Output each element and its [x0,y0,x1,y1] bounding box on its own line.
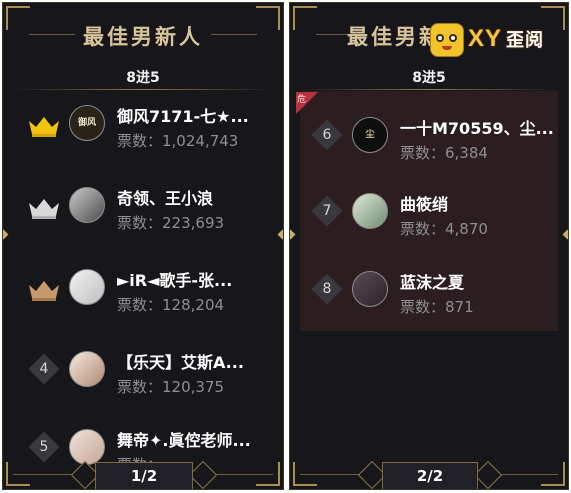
contestant-name[interactable]: 蓝沫之夏 [400,269,554,293]
vote-count: 票数：4,870 [400,220,488,238]
contestant-name[interactable]: 御风7171-七★... [117,103,269,127]
contestant-name[interactable]: ►iR◄歌手-张... [117,267,269,291]
ranking-entry[interactable]: 4 【乐天】艾斯A... 票数：120,375 [3,345,283,417]
ranking-entry[interactable]: 奇领、王小浪 票数：223,693 [3,181,283,253]
crown-icon [29,281,59,301]
divider [13,89,273,90]
page-indicator: 1/2 [95,462,193,489]
ranking-entry[interactable]: 7 曲筱绡 票数：4,870 [290,187,568,259]
ranking-entry[interactable]: 8 蓝沫之夏 票数：871 [290,265,568,337]
rank-number: 7 [322,203,332,219]
rank-number: 8 [322,281,332,297]
ranking-entry[interactable]: ►iR◄歌手-张... 票数：128,204 [3,263,283,335]
avatar[interactable] [69,269,105,305]
vote-count: 票数：128,204 [117,296,225,314]
contestant-name[interactable]: 曲筱绡 [400,191,554,215]
contestant-name[interactable]: 一十M70559、尘... [400,115,554,139]
ranking-panel-page-2: 最佳男新人 8进5 危 6 尘 一十M70559、尘... 票数：6,384 7… [289,2,569,490]
crown-icon [29,117,59,137]
contestant-name[interactable]: 舞帝✦.眞倥老师... [117,427,269,451]
rank-number: 4 [39,361,49,377]
avatar[interactable] [352,193,388,229]
avatar[interactable] [69,429,105,465]
vote-count: 票数：223,693 [117,214,225,232]
crown-icon [29,199,59,219]
avatar[interactable]: 御风 [69,105,105,141]
contestant-name[interactable]: 奇领、王小浪 [117,185,269,209]
rank-number: 5 [39,439,49,455]
avatar[interactable] [69,187,105,223]
mascot-icon [430,23,464,57]
logo-wordmark: XY 歪阅 [468,25,545,52]
xy-logo: XY 歪阅 [430,23,562,57]
page-indicator: 2/2 [382,462,478,489]
ranking-panel-page-1: 最佳男新人 8进5 御风 御风7171-七★... 票数：1,024,743 奇… [2,2,284,490]
divider [300,89,558,90]
avatar[interactable] [69,351,105,387]
avatar[interactable] [352,271,388,307]
vote-count: 票数：871 [400,298,474,316]
ranking-entry[interactable]: 御风 御风7171-七★... 票数：1,024,743 [3,99,283,171]
vote-count: 票数：6,384 [400,144,488,162]
danger-flag-label: 危 [297,95,307,105]
chevron-right-icon[interactable] [473,460,503,489]
avatar[interactable]: 尘 [352,117,388,153]
vote-count: 票数：1,024,743 [117,132,239,150]
round-label: 8进5 [412,70,446,86]
rank-number: 6 [322,127,332,143]
ranking-entry[interactable]: 6 尘 一十M70559、尘... 票数：6,384 [290,111,568,183]
round-label: 8进5 [126,70,160,86]
vote-count: 票数：120,375 [117,378,225,396]
panel-title: 最佳男新人 [83,25,203,49]
contestant-name[interactable]: 【乐天】艾斯A... [117,349,269,373]
